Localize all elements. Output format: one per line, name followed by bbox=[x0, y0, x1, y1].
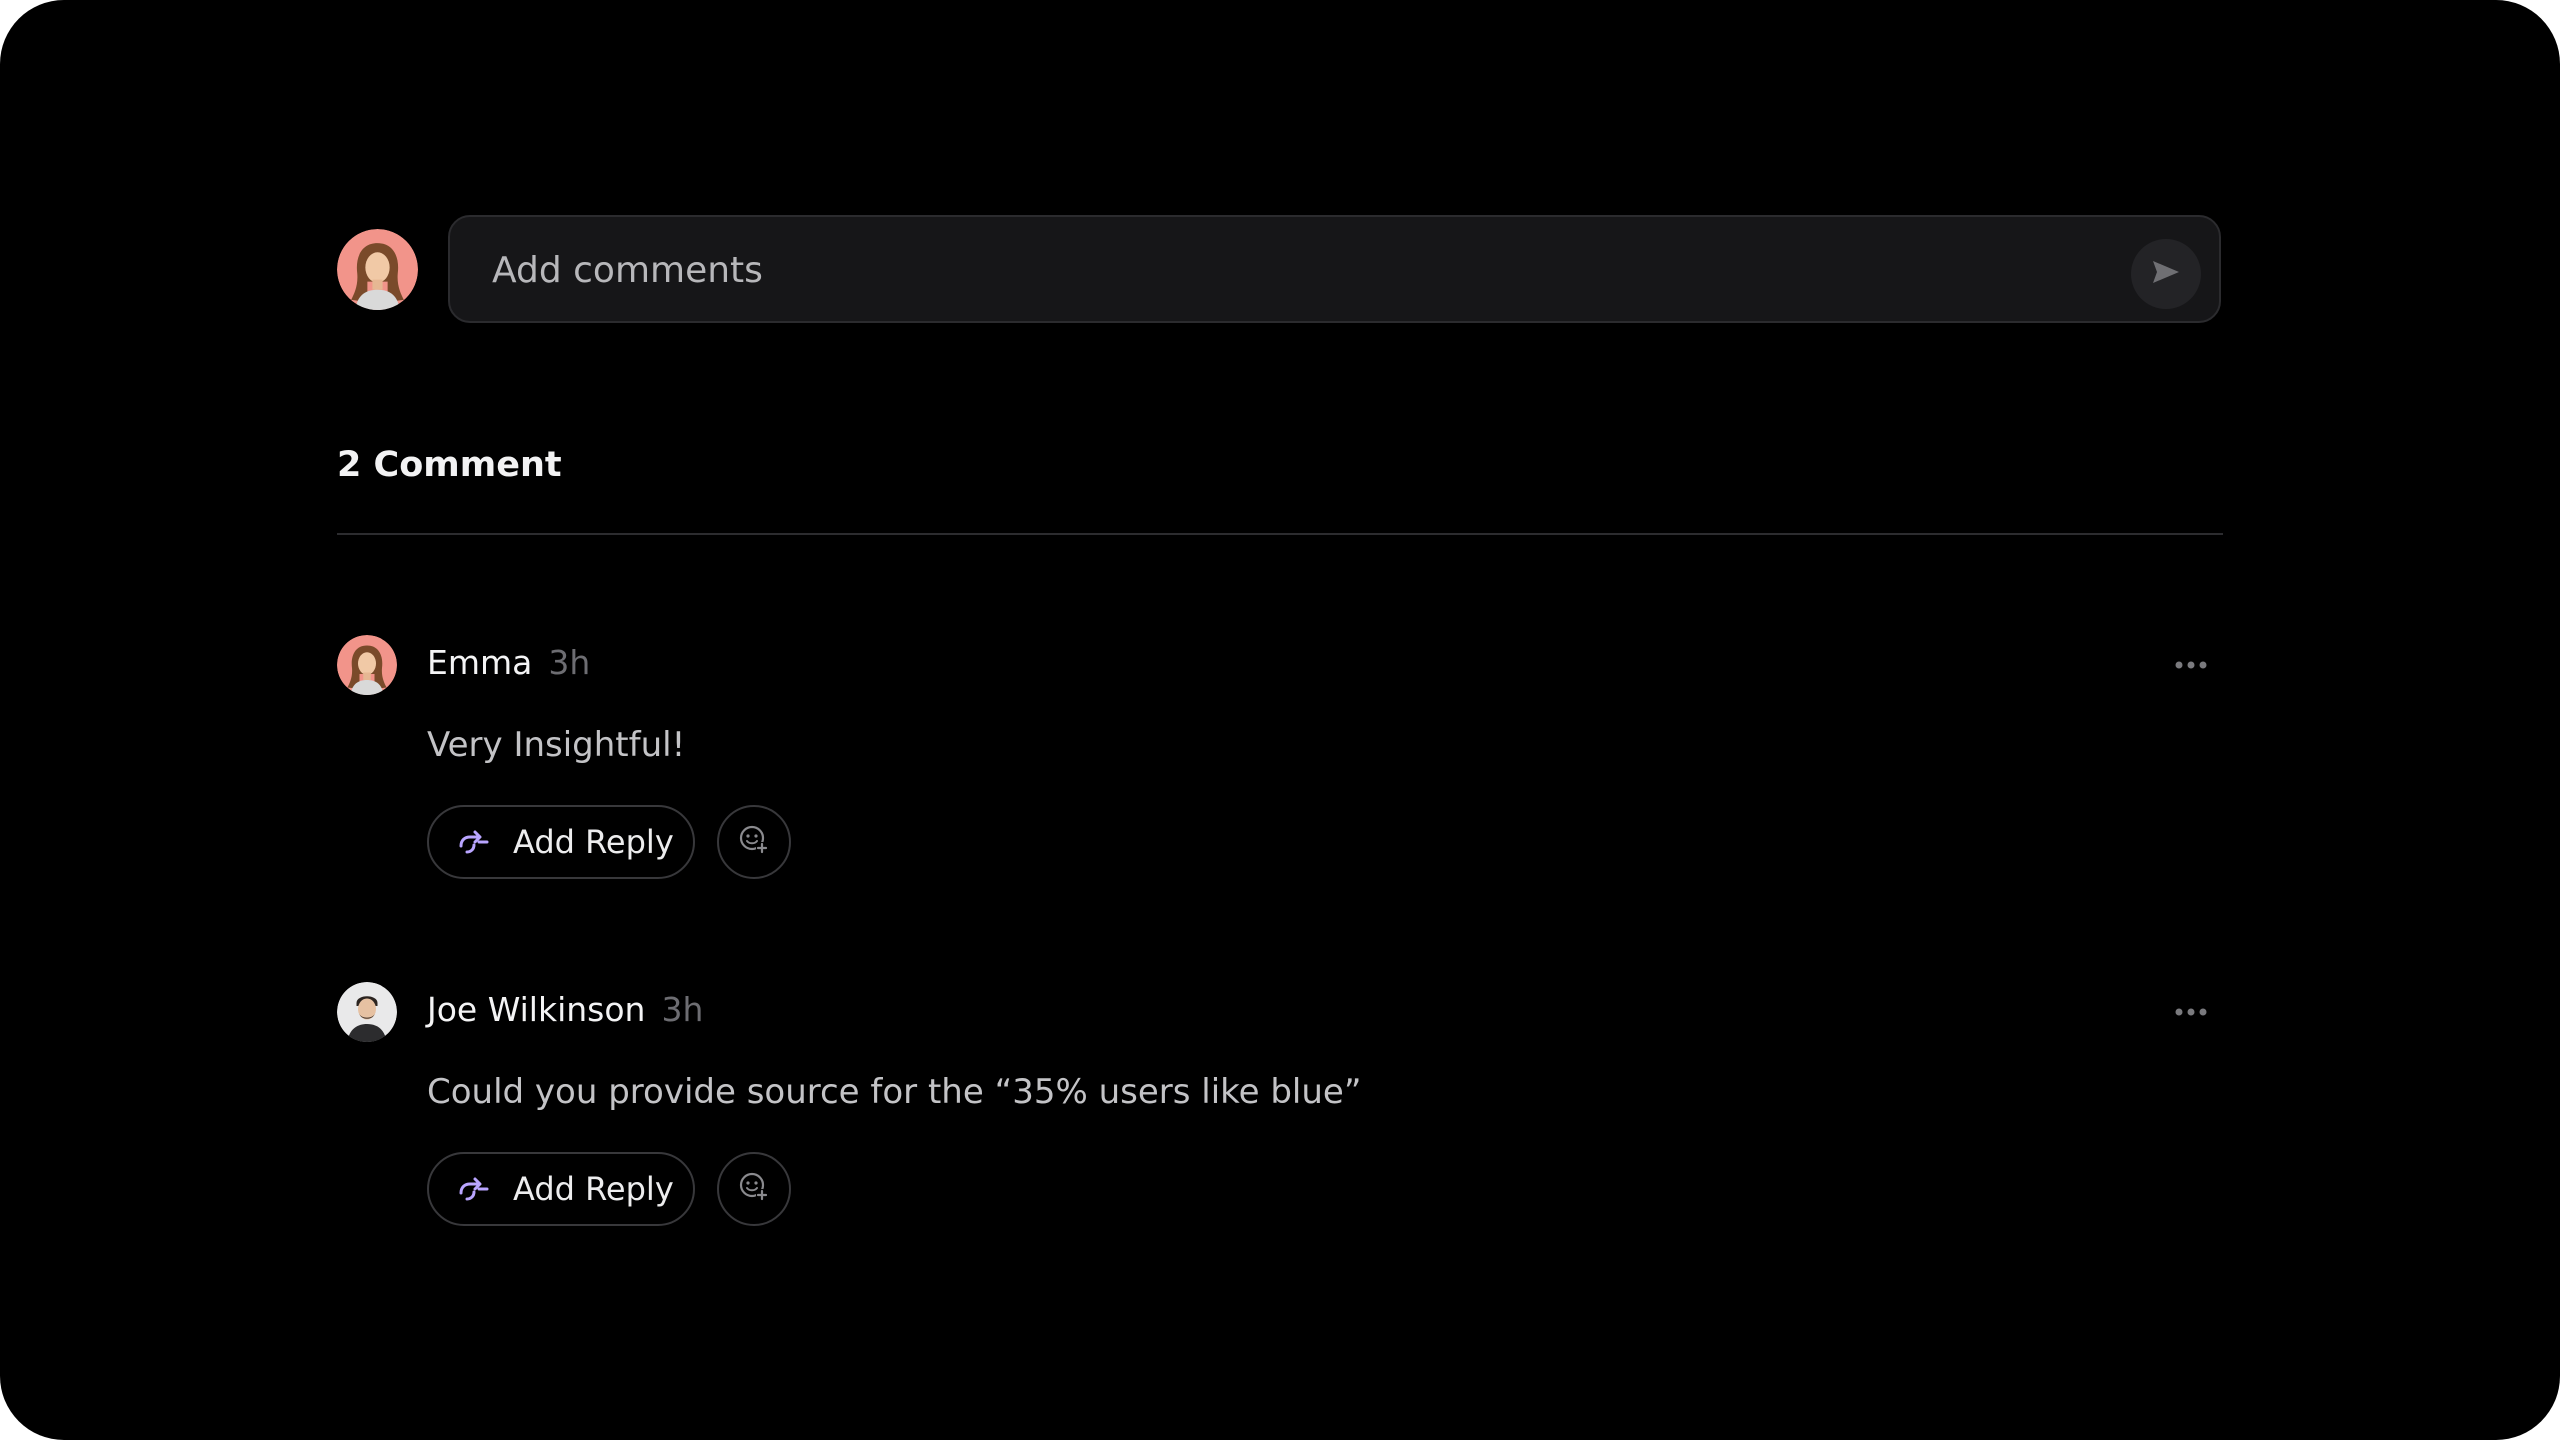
reply-link-icon bbox=[457, 825, 491, 859]
comments-container: 2 Comment Emma 3h bbox=[337, 215, 2223, 1226]
more-horizontal-icon bbox=[2175, 1003, 2207, 1021]
comment-item: Emma 3h Very Insightful! Add Reply bbox=[337, 635, 2223, 895]
reply-link-icon bbox=[457, 1172, 491, 1206]
emoji-add-icon bbox=[737, 1170, 771, 1209]
comment-author: Joe Wilkinson 3h bbox=[427, 990, 703, 1029]
more-horizontal-icon bbox=[2175, 656, 2207, 674]
add-reply-label: Add Reply bbox=[513, 1170, 674, 1208]
more-options-button[interactable] bbox=[2171, 651, 2211, 679]
comment-count: 2 Comment bbox=[337, 445, 562, 485]
more-options-button[interactable] bbox=[2171, 998, 2211, 1026]
emoji-add-icon bbox=[737, 823, 771, 862]
add-reply-label: Add Reply bbox=[513, 823, 674, 861]
comment-text: Could you provide source for the “35% us… bbox=[427, 1072, 1362, 1112]
avatar-joe bbox=[337, 982, 397, 1042]
comment-input[interactable] bbox=[490, 217, 2074, 323]
author-name: Emma bbox=[427, 643, 533, 682]
comments-panel: 2 Comment Emma 3h bbox=[0, 0, 2560, 1440]
avatar-emma bbox=[337, 635, 397, 695]
comment-time: 3h bbox=[548, 643, 591, 682]
comment-composer bbox=[337, 215, 2223, 325]
divider bbox=[337, 533, 2223, 535]
add-reaction-button[interactable] bbox=[717, 805, 791, 879]
current-user-avatar bbox=[337, 229, 418, 310]
comment-text: Very Insightful! bbox=[427, 725, 686, 765]
comment-item: Joe Wilkinson 3h Could you provide source… bbox=[337, 982, 2223, 1242]
send-button[interactable] bbox=[2131, 239, 2201, 309]
comment-input-box bbox=[448, 215, 2221, 323]
comment-time: 3h bbox=[661, 990, 704, 1029]
send-icon bbox=[2151, 259, 2181, 290]
author-name: Joe Wilkinson bbox=[427, 990, 646, 1029]
comment-author: Emma 3h bbox=[427, 643, 590, 682]
add-reply-button[interactable]: Add Reply bbox=[427, 1152, 695, 1226]
add-reaction-button[interactable] bbox=[717, 1152, 791, 1226]
add-reply-button[interactable]: Add Reply bbox=[427, 805, 695, 879]
